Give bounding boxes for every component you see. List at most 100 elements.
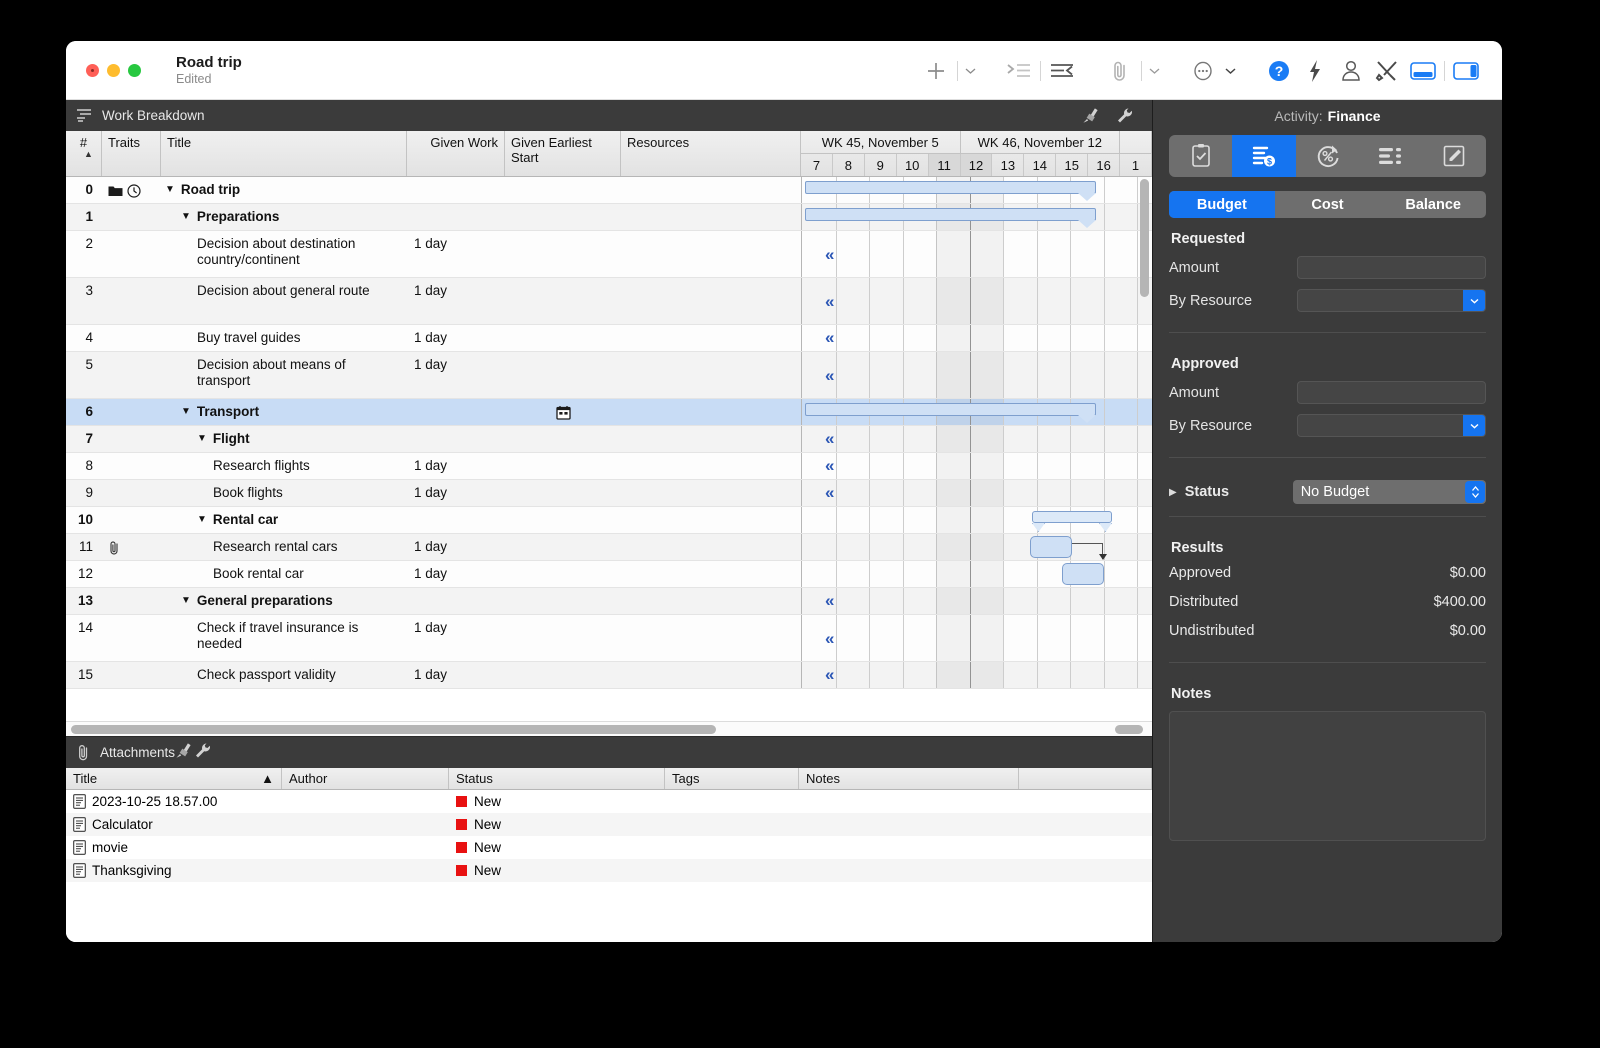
gantt-row-cell[interactable]: « — [801, 480, 1152, 506]
gantt-task-bar[interactable] — [1062, 563, 1104, 585]
person-button[interactable] — [1333, 54, 1369, 88]
disclosure-triangle-icon[interactable]: ▼ — [165, 182, 175, 198]
indent-right-button[interactable] — [1001, 54, 1037, 88]
paintbrush-icon[interactable] — [1074, 107, 1108, 125]
gantt-summary-bar[interactable] — [805, 403, 1096, 424]
task-row[interactable]: 0 ▼ Road trip — [66, 177, 1152, 204]
paperclip-button[interactable] — [1102, 54, 1138, 88]
chevron-down-icon[interactable] — [1463, 290, 1485, 311]
segment-budget[interactable]: Budget — [1169, 191, 1275, 218]
zoom-button[interactable] — [128, 63, 141, 77]
minimize-button[interactable] — [107, 63, 120, 77]
updown-chevron-icon[interactable] — [1465, 481, 1485, 503]
gantt-row-cell[interactable]: « — [801, 325, 1152, 351]
inspector-tab-finance[interactable]: $ — [1232, 135, 1296, 177]
ellipsis-circle-button[interactable] — [1185, 54, 1221, 88]
task-row[interactable]: 12 Book rental car 1 day — [66, 561, 1152, 588]
gantt-milestone-marker[interactable]: « — [825, 629, 835, 649]
column-header-work[interactable]: Given Work — [407, 131, 505, 176]
requested-amount-input[interactable] — [1297, 256, 1486, 279]
gantt-summary-bar[interactable] — [805, 181, 1096, 202]
gantt-row-cell[interactable] — [801, 507, 1152, 533]
attachment-row[interactable]: movie New — [66, 836, 1152, 859]
task-row[interactable]: 2 Decision about destination country/cont… — [66, 231, 1152, 278]
add-button[interactable] — [918, 54, 954, 88]
task-row[interactable]: 9 Book flights 1 day « — [66, 480, 1152, 507]
inspector-tab-progress[interactable] — [1296, 135, 1359, 177]
column-header-num[interactable]: # ▲ — [66, 131, 102, 176]
column-header-traits[interactable]: Traits — [102, 131, 161, 176]
toggle-right-panel-button[interactable] — [1448, 54, 1484, 88]
attachment-column-title[interactable]: Title ▲ — [66, 768, 282, 789]
gantt-milestone-marker[interactable]: « — [825, 483, 835, 503]
gantt-row-cell[interactable]: « — [801, 453, 1152, 479]
chevron-down-icon[interactable] — [1463, 415, 1485, 436]
task-row[interactable]: 5 Decision about means of transport 1 day « — [66, 352, 1152, 399]
scrollbar-thumb-right[interactable] — [1115, 725, 1143, 734]
add-menu-button[interactable] — [961, 54, 979, 88]
gantt-row-cell[interactable] — [801, 177, 1152, 203]
gantt-milestone-marker[interactable]: « — [825, 245, 835, 265]
disclosure-triangle-icon[interactable]: ▶ — [1169, 487, 1177, 498]
task-row[interactable]: 6 ▼ Transport — [66, 399, 1152, 426]
help-button[interactable]: ? — [1261, 54, 1297, 88]
gantt-row-cell[interactable]: « — [801, 231, 1152, 277]
gantt-summary-bar[interactable] — [1032, 511, 1112, 532]
task-row[interactable]: 15 Check passport validity 1 day « — [66, 662, 1152, 689]
gantt-milestone-marker[interactable]: « — [825, 591, 835, 611]
column-header-resources[interactable]: Resources — [621, 131, 801, 176]
attachment-column-status[interactable]: Status — [449, 768, 665, 789]
task-row[interactable]: 1 ▼ Preparations — [66, 204, 1152, 231]
task-row[interactable]: 13 ▼ General preparations « — [66, 588, 1152, 615]
lightning-bolt-button[interactable] — [1297, 54, 1333, 88]
task-vertical-scrollbar[interactable] — [1139, 179, 1150, 707]
task-row[interactable]: 10 ▼ Rental car — [66, 507, 1152, 534]
paperclip-menu-button[interactable] — [1145, 54, 1163, 88]
task-row[interactable]: 11 Research rental cars 1 day — [66, 534, 1152, 561]
attachment-row[interactable]: 2023-10-25 18.57.00 New — [66, 790, 1152, 813]
gantt-row-cell[interactable] — [801, 534, 1152, 560]
gantt-row-cell[interactable]: « — [801, 278, 1152, 324]
task-row[interactable]: 4 Buy travel guides 1 day « — [66, 325, 1152, 352]
segment-balance[interactable]: Balance — [1380, 191, 1486, 218]
task-row[interactable]: 3 Decision about general route 1 day « — [66, 278, 1152, 325]
scrollbar-thumb[interactable] — [1140, 179, 1149, 297]
gantt-row-cell[interactable] — [801, 561, 1152, 587]
disclosure-triangle-icon[interactable]: ▼ — [181, 209, 191, 225]
column-header-title[interactable]: Title — [161, 131, 407, 176]
requested-byresource-combo[interactable] — [1297, 289, 1486, 312]
column-header-start[interactable]: Given Earliest Start — [505, 131, 621, 176]
attachment-column-notes[interactable]: Notes — [799, 768, 1019, 789]
tools-button[interactable] — [1369, 54, 1405, 88]
task-horizontal-scrollbar[interactable] — [66, 721, 1152, 736]
attachment-row[interactable]: Thanksgiving New — [66, 859, 1152, 882]
gantt-row-cell[interactable]: « — [801, 615, 1152, 661]
inspector-tab-resources[interactable] — [1359, 135, 1422, 177]
gantt-row-cell[interactable]: « — [801, 588, 1152, 614]
gantt-milestone-marker[interactable]: « — [825, 456, 835, 476]
gantt-row-cell[interactable]: « — [801, 426, 1152, 452]
gantt-milestone-marker[interactable]: « — [825, 429, 835, 449]
gantt-milestone-marker[interactable]: « — [825, 292, 835, 312]
wrench-icon[interactable] — [194, 742, 213, 763]
disclosure-triangle-icon[interactable]: ▼ — [197, 512, 207, 528]
inspector-tab-notes[interactable] — [1423, 135, 1486, 177]
attachment-row[interactable]: Calculator New — [66, 813, 1152, 836]
gantt-row-cell[interactable]: « — [801, 352, 1152, 398]
gantt-row-cell[interactable] — [801, 204, 1152, 230]
wrench-icon[interactable] — [1108, 107, 1142, 125]
disclosure-triangle-icon[interactable]: ▼ — [181, 404, 191, 420]
gantt-milestone-marker[interactable]: « — [825, 328, 835, 348]
gantt-row-cell[interactable] — [801, 399, 1152, 425]
task-row[interactable]: 8 Research flights 1 day « — [66, 453, 1152, 480]
outdent-left-button[interactable] — [1044, 54, 1080, 88]
paintbrush-icon[interactable] — [175, 742, 194, 763]
toggle-bottom-panel-button[interactable] — [1405, 54, 1441, 88]
gantt-milestone-marker[interactable]: « — [825, 366, 835, 386]
task-row[interactable]: 14 Check if travel insurance is needed 1 d… — [66, 615, 1152, 662]
disclosure-triangle-icon[interactable]: ▼ — [181, 593, 191, 609]
disclosure-triangle-icon[interactable]: ▼ — [197, 431, 207, 447]
segment-cost[interactable]: Cost — [1275, 191, 1381, 218]
gantt-task-bar[interactable] — [1030, 536, 1072, 558]
ellipsis-menu-button[interactable] — [1221, 54, 1239, 88]
